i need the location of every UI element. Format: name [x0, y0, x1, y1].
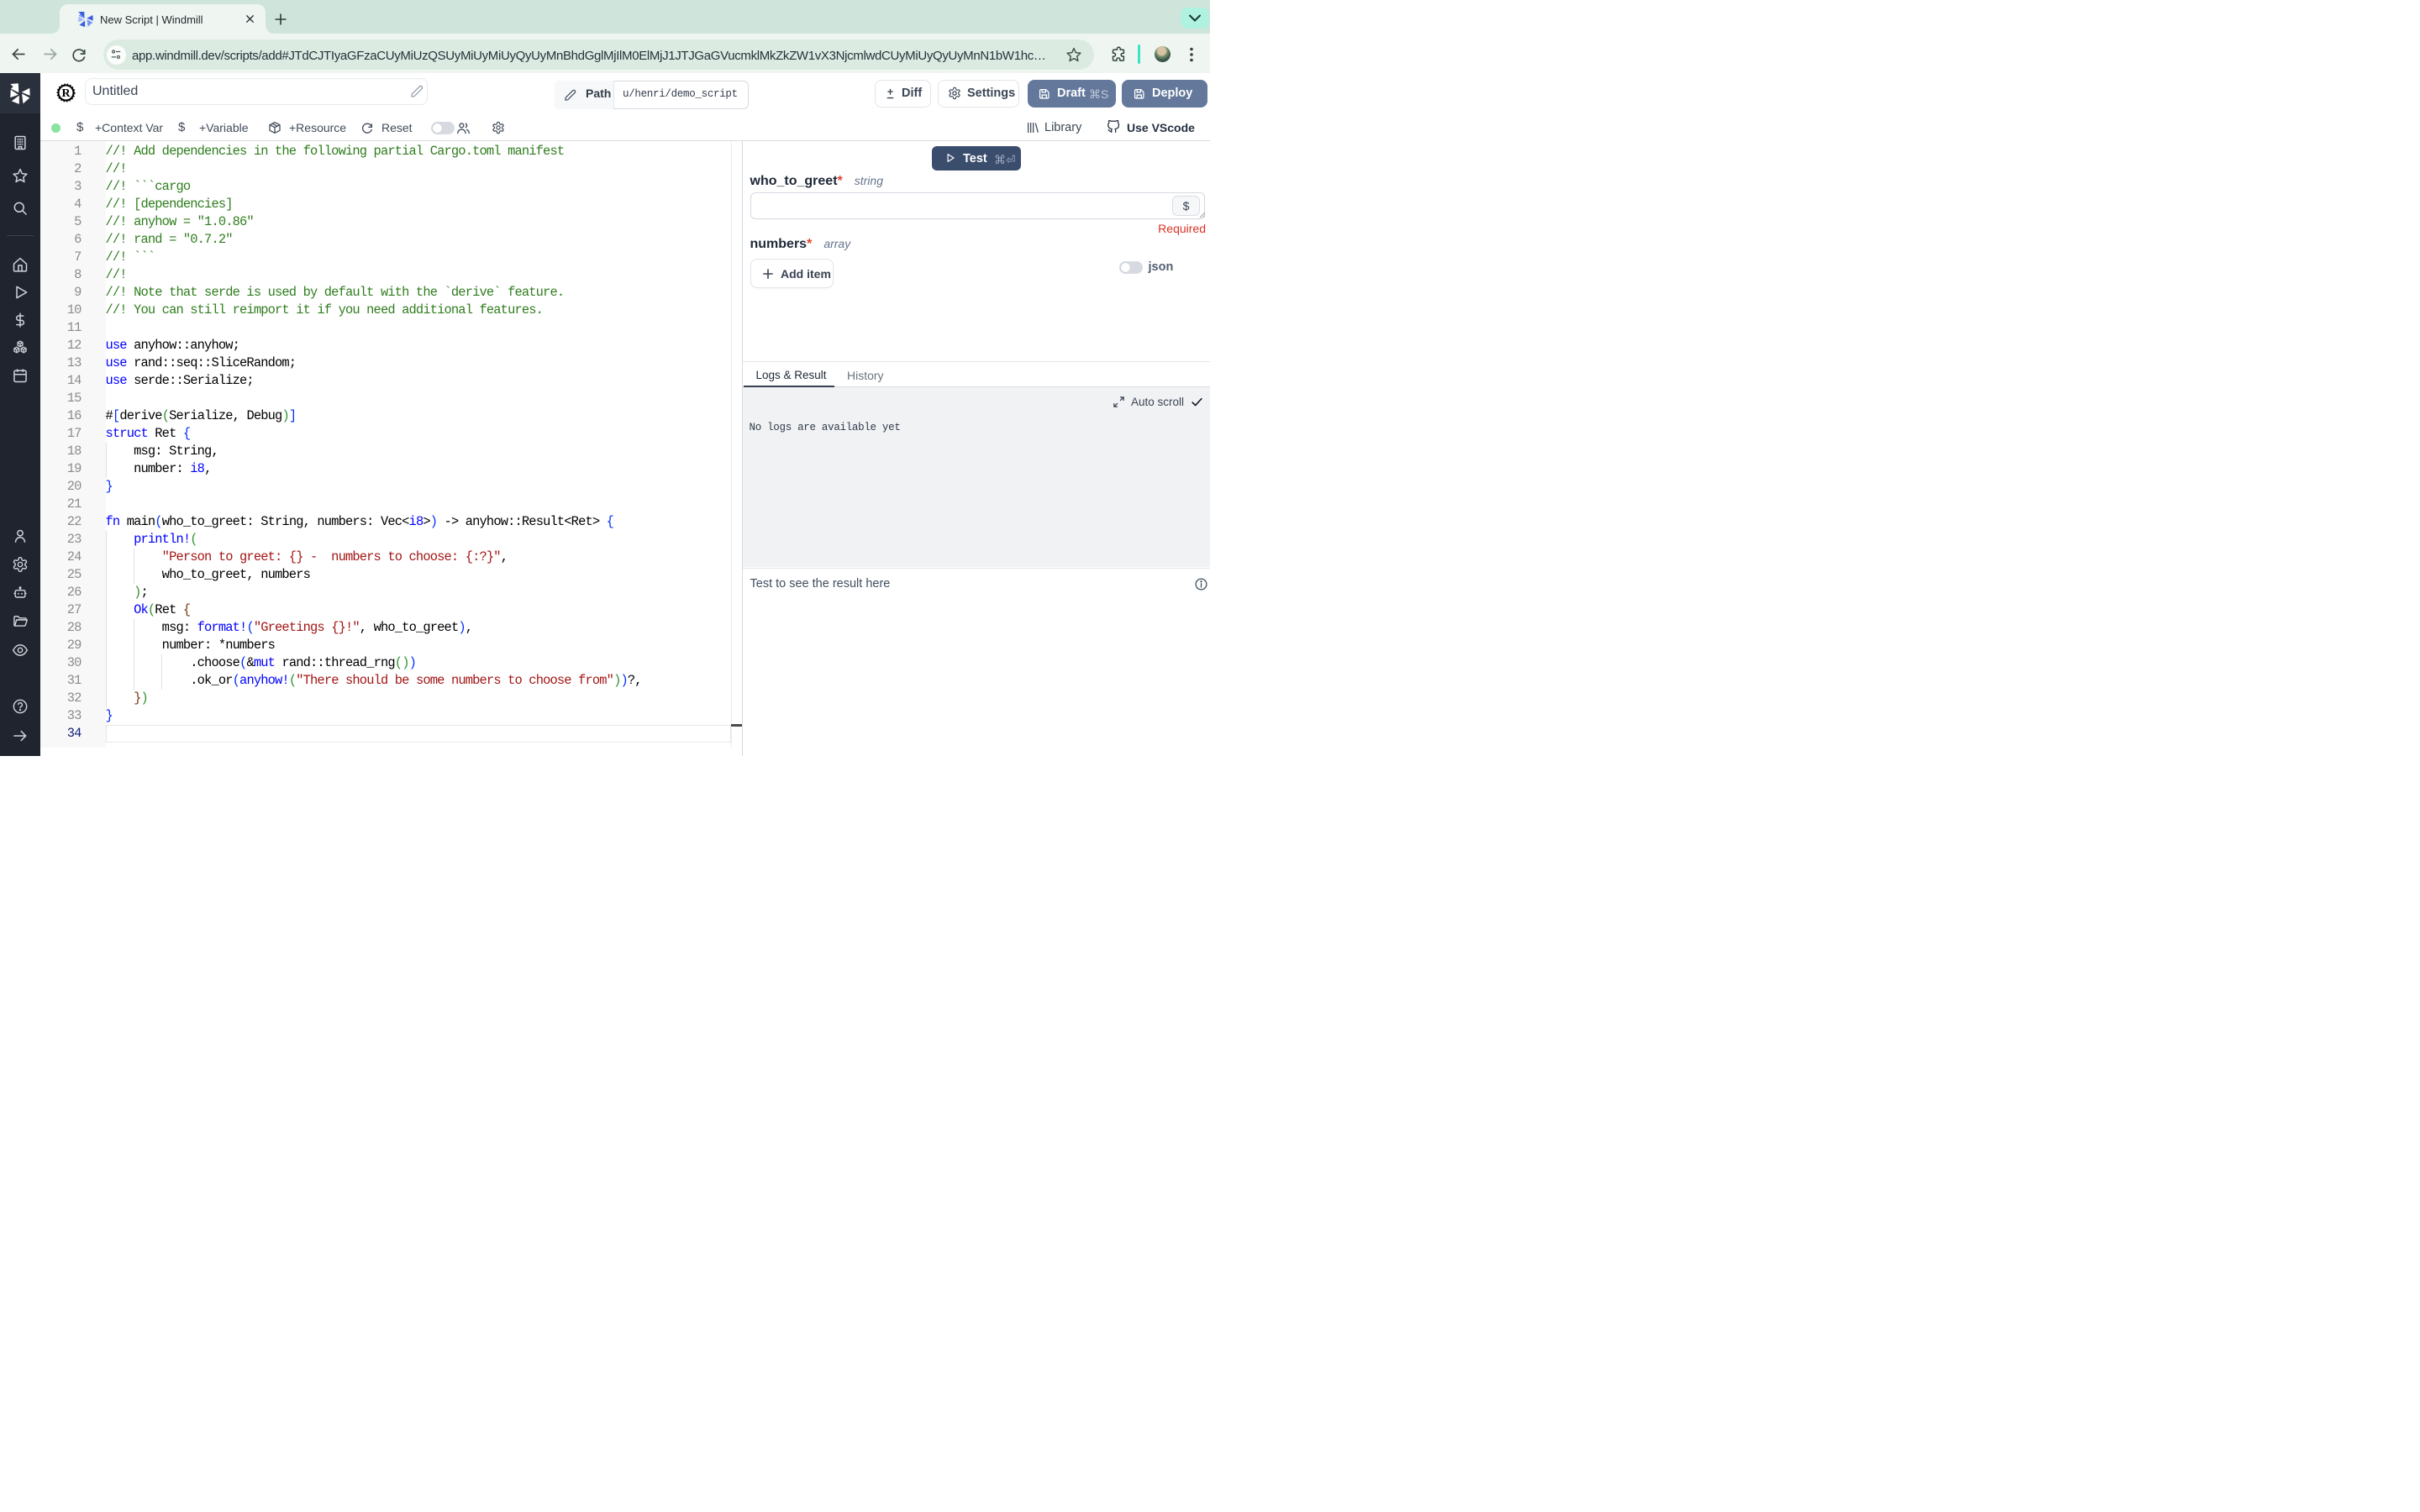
svg-text:R: R — [61, 87, 71, 100]
